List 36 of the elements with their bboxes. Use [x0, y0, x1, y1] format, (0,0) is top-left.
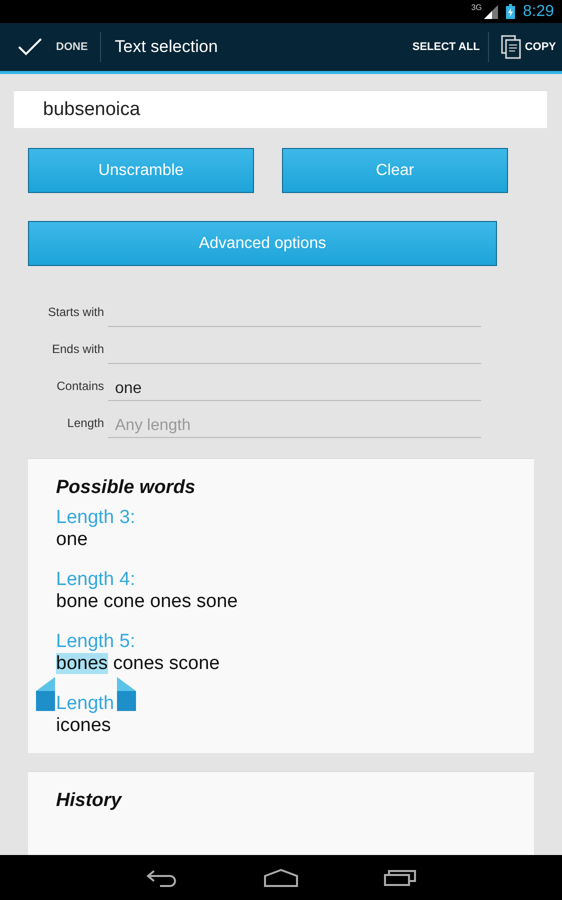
- word-input-field[interactable]: bubsenoica: [14, 90, 547, 128]
- recent-apps-icon[interactable]: [384, 870, 416, 886]
- battery-icon: [506, 4, 515, 19]
- done-button[interactable]: DONE: [0, 23, 100, 71]
- word: cones: [113, 653, 164, 674]
- selection-handle-icon: [35, 677, 57, 711]
- option-label: Length: [66, 416, 104, 432]
- word: icones: [56, 715, 111, 736]
- option-label: Ends with: [50, 342, 104, 358]
- word: bone: [56, 591, 98, 612]
- clock-time: 8:29: [522, 2, 554, 20]
- word: one: [56, 529, 88, 550]
- signal-icon: [484, 4, 498, 18]
- option-input-field[interactable]: one: [108, 377, 481, 401]
- selection-handle-icon: [116, 677, 138, 711]
- selected-word: bones: [56, 653, 108, 674]
- word: sone: [196, 591, 238, 612]
- network-type-label: 3G: [471, 3, 482, 12]
- length-heading: Length 3:: [56, 507, 136, 529]
- length-heading: Length: [56, 693, 114, 715]
- word: ones: [150, 591, 192, 612]
- length-heading: Length 4:: [56, 569, 136, 591]
- copy-icon: [500, 35, 521, 59]
- checkmark-icon: [18, 38, 42, 56]
- option-label: Contains: [56, 379, 104, 395]
- option-label: Starts with: [46, 305, 104, 321]
- length-heading: Length 5:: [56, 631, 136, 653]
- copy-button[interactable]: COPY: [488, 23, 562, 71]
- home-icon[interactable]: [264, 868, 298, 886]
- action-bar-title: Text selection: [114, 37, 218, 57]
- select-all-button[interactable]: SELECT ALL: [404, 23, 488, 71]
- back-icon[interactable]: [146, 868, 178, 886]
- word: cone: [104, 591, 145, 612]
- section-heading: History: [56, 790, 124, 812]
- section-heading: Possible words: [56, 477, 196, 499]
- word: scone: [169, 653, 220, 674]
